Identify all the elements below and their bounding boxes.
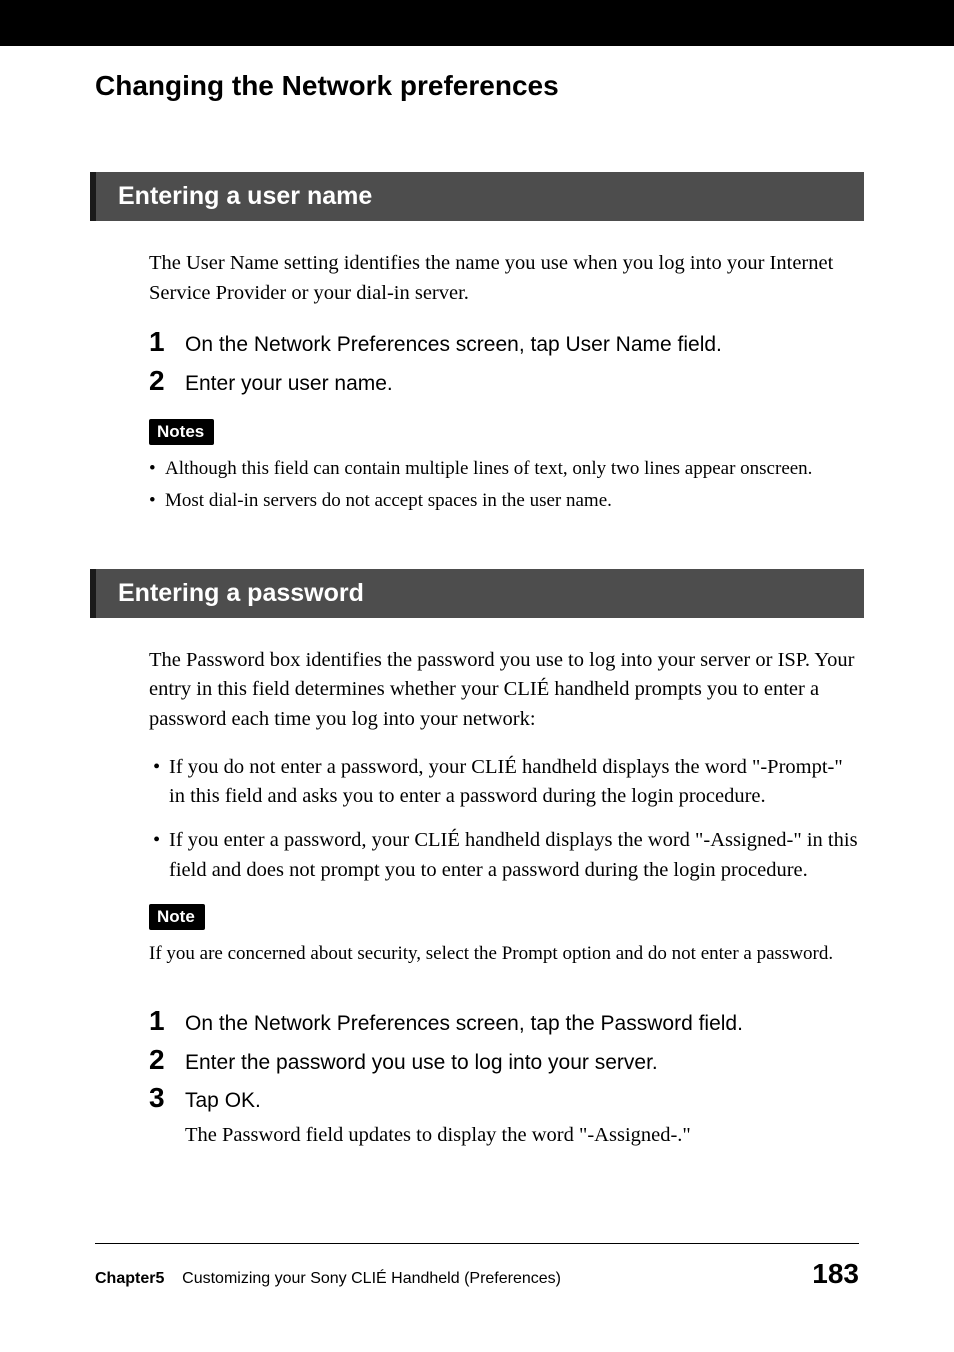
step-number: 1	[149, 326, 185, 358]
bullet-text: If you enter a password, your CLIÉ handh…	[169, 829, 858, 881]
step-item: 1 On the Network Preferences screen, tap…	[149, 1005, 859, 1040]
page-title: Changing the Network preferences	[95, 70, 859, 102]
step-item: 3 Tap OK.	[149, 1082, 859, 1117]
section2-note-text: If you are concerned about security, sel…	[149, 940, 859, 968]
content-area: Changing the Network preferences Enterin…	[0, 70, 954, 1150]
footer-page-number: 183	[812, 1258, 859, 1290]
step-text: On the Network Preferences screen, tap U…	[185, 329, 722, 361]
section-heading-user-name: Entering a user name	[90, 172, 864, 221]
bullet-item: •If you do not enter a password, your CL…	[149, 753, 859, 812]
note-item: Most dial-in servers do not accept space…	[149, 487, 859, 515]
section1-notes: Although this field can contain multiple…	[149, 455, 859, 514]
step-text: On the Network Preferences screen, tap t…	[185, 1008, 743, 1040]
step-text: Enter the password you use to log into y…	[185, 1047, 658, 1079]
footer-left: Chapter5 Customizing your Sony CLIÉ Hand…	[95, 1270, 561, 1288]
step-item: 2 Enter your user name.	[149, 365, 859, 400]
section2-intro: The Password box identifies the password…	[149, 646, 859, 735]
note-label: Note	[149, 904, 205, 930]
step-item: 2 Enter the password you use to log into…	[149, 1044, 859, 1079]
step-number: 3	[149, 1082, 185, 1114]
note-item: Although this field can contain multiple…	[149, 455, 859, 483]
bullet-text: If you do not enter a password, your CLI…	[169, 756, 843, 808]
step-subtext: The Password field updates to display th…	[185, 1121, 859, 1151]
notes-label: Notes	[149, 419, 214, 445]
step-text: Tap OK.	[185, 1085, 261, 1117]
step-item: 1 On the Network Preferences screen, tap…	[149, 326, 859, 361]
bullet-item: •If you enter a password, your CLIÉ hand…	[149, 826, 859, 885]
section-heading-password: Entering a password	[90, 569, 864, 618]
section1-steps: 1 On the Network Preferences screen, tap…	[149, 326, 859, 399]
section2-steps: 1 On the Network Preferences screen, tap…	[149, 1005, 859, 1150]
footer-title: Customizing your Sony CLIÉ Handheld (Pre…	[182, 1270, 561, 1287]
footer-chapter: Chapter5	[95, 1270, 164, 1287]
section1-intro: The User Name setting identifies the nam…	[149, 249, 859, 308]
step-number: 2	[149, 365, 185, 397]
step-number: 1	[149, 1005, 185, 1037]
step-item-wrapper: 3 Tap OK. The Password field updates to …	[149, 1082, 859, 1150]
page-footer: Chapter5 Customizing your Sony CLIÉ Hand…	[95, 1243, 859, 1290]
section2-bullets: •If you do not enter a password, your CL…	[149, 753, 859, 886]
header-bar	[0, 0, 954, 46]
step-text: Enter your user name.	[185, 368, 393, 400]
step-number: 2	[149, 1044, 185, 1076]
